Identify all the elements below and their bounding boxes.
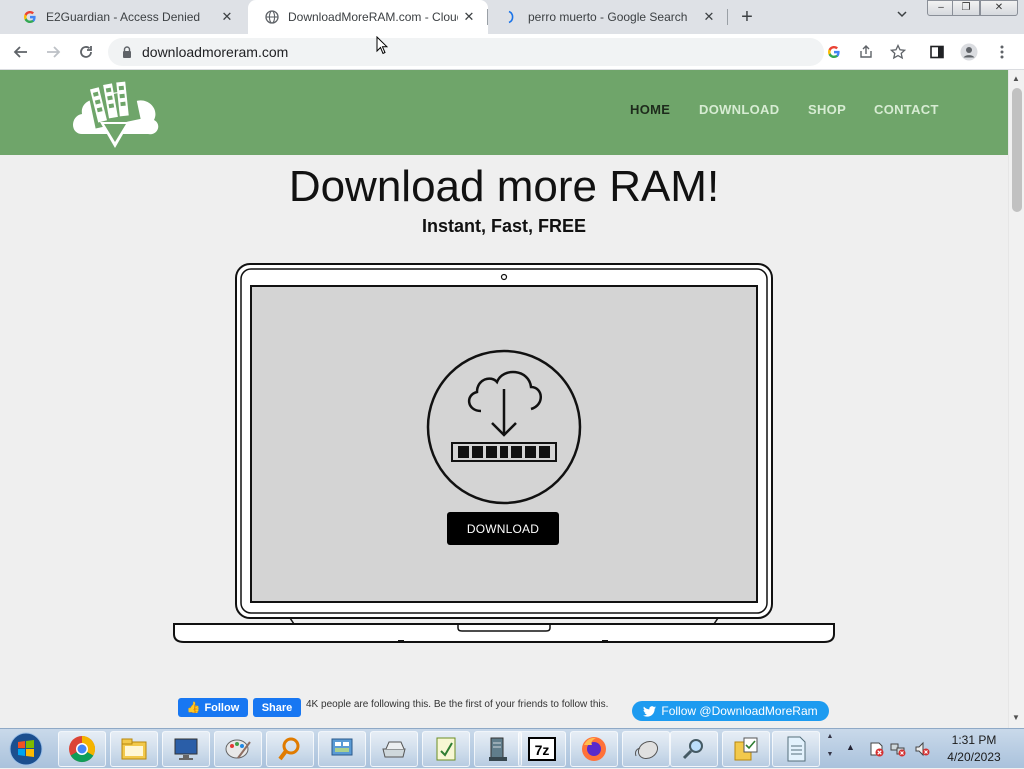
side-panel-icon[interactable]: [925, 40, 949, 64]
reload-icon[interactable]: [74, 40, 98, 64]
new-tab-icon[interactable]: +: [735, 5, 759, 29]
maximize-button[interactable]: ❐: [952, 0, 980, 16]
twitter-bird-icon: [643, 705, 657, 717]
chrome-icon: [69, 735, 96, 763]
chevron-down-icon[interactable]: [896, 8, 908, 23]
taskbar-file-explorer[interactable]: [110, 731, 158, 767]
folder-tasks-icon: [734, 737, 758, 761]
address-bar[interactable]: downloadmoreram.com: [108, 38, 824, 66]
profile-avatar-icon[interactable]: [957, 40, 981, 64]
bookmark-star-icon[interactable]: [886, 40, 910, 64]
notepad-icon: [436, 737, 456, 761]
window-close-button[interactable]: ✕: [980, 0, 1018, 16]
thumbs-up-icon: 👍: [186, 702, 201, 714]
google-g-icon: [22, 9, 38, 25]
tab-strip: E2Guardian - Access Denied ✕ DownloadMor…: [0, 0, 1024, 34]
scanner-icon: [382, 741, 406, 758]
back-icon[interactable]: [9, 40, 33, 64]
taskbar-server[interactable]: [474, 731, 522, 767]
close-icon[interactable]: ✕: [698, 9, 720, 25]
scrollbar-thumb[interactable]: [1012, 88, 1022, 212]
taskbar-remote-desktop[interactable]: [162, 731, 210, 767]
search-magnifier-icon: [278, 737, 300, 761]
download-button[interactable]: DOWNLOAD: [447, 512, 559, 545]
ram-cloud-logo-icon[interactable]: [70, 76, 160, 152]
taskbar-search[interactable]: [266, 731, 314, 767]
system-tray: ▲ 1:31 PM 4/20/2023: [842, 729, 1024, 769]
nav-download[interactable]: DOWNLOAD: [699, 102, 779, 117]
scroll-up-icon[interactable]: ▲: [1012, 74, 1020, 83]
page-scrollbar[interactable]: ▲ ▼: [1008, 70, 1024, 728]
taskbar-scanner[interactable]: [370, 731, 418, 767]
taskbar-paint[interactable]: [214, 731, 262, 767]
taskbar-chrome[interactable]: [58, 731, 106, 767]
taskbar-scroll-arrows[interactable]: ▲ ▼: [824, 731, 836, 767]
twitter-follow-label: Follow @DownloadMoreRam: [661, 704, 818, 718]
taskbar-7zip[interactable]: 7z: [518, 731, 566, 767]
tab-downloadmoreram[interactable]: DownloadMoreRAM.com - Cloud ✕: [248, 0, 488, 34]
nav-contact[interactable]: CONTACT: [874, 102, 939, 117]
url-text[interactable]: downloadmoreram.com: [142, 44, 288, 60]
page-viewport: HOME DOWNLOAD SHOP CONTACT Download more…: [0, 70, 1008, 728]
tab-separator: [727, 9, 728, 25]
remote-desktop-icon: [174, 738, 198, 760]
taskbar-network-search[interactable]: [670, 731, 718, 767]
file-explorer-icon: [121, 738, 147, 760]
clock-date[interactable]: 4/20/2023: [934, 750, 1014, 764]
control-panel-icon: [331, 738, 353, 756]
server-icon: [489, 737, 507, 761]
scroll-down-icon[interactable]: ▼: [1012, 713, 1020, 722]
loading-icon: [504, 9, 520, 25]
facebook-share-button[interactable]: Share: [253, 698, 301, 717]
clock-time[interactable]: 1:31 PM: [934, 733, 1014, 747]
taskbar-firefox[interactable]: [570, 731, 618, 767]
share-icon[interactable]: [854, 40, 878, 64]
action-center-icon[interactable]: [868, 741, 884, 757]
network-search-icon: [682, 739, 703, 760]
facebook-follow-button[interactable]: 👍 Follow: [178, 698, 248, 717]
menu-kebab-icon[interactable]: [990, 40, 1014, 64]
lock-icon[interactable]: [120, 45, 134, 59]
google-lens-icon[interactable]: [822, 40, 846, 64]
tab-e2guardian[interactable]: E2Guardian - Access Denied ✕: [6, 0, 246, 34]
facebook-follow-label: Follow: [204, 701, 240, 714]
mouse-cursor-icon: [376, 36, 388, 55]
nav-shop[interactable]: SHOP: [808, 102, 846, 117]
windows-logo-icon: [9, 732, 43, 766]
forward-icon[interactable]: [41, 40, 65, 64]
svg-text:7z: 7z: [535, 742, 550, 758]
paint-icon: [225, 739, 251, 759]
mouse-icon: [635, 740, 659, 760]
taskbar-folder-tasks[interactable]: [722, 731, 770, 767]
browser-toolbar: downloadmoreram.com: [0, 34, 1024, 70]
cloud-download-ram-icon: [426, 349, 582, 505]
show-hidden-icons-icon[interactable]: ▲: [846, 742, 855, 752]
close-icon[interactable]: ✕: [216, 9, 238, 25]
firefox-icon: [582, 737, 606, 761]
tab-title: E2Guardian - Access Denied: [46, 10, 201, 24]
close-icon[interactable]: ✕: [458, 9, 480, 25]
network-icon[interactable]: [890, 741, 906, 757]
taskbar-notepad[interactable]: [422, 731, 470, 767]
globe-icon: [264, 9, 280, 25]
site-header: HOME DOWNLOAD SHOP CONTACT: [0, 70, 1008, 155]
volume-muted-icon[interactable]: [914, 741, 930, 757]
start-button[interactable]: [4, 731, 48, 767]
taskbar-control-panel[interactable]: [318, 731, 366, 767]
page-subtitle: Instant, Fast, FREE: [421, 216, 587, 236]
taskbar-document[interactable]: [772, 731, 820, 767]
tab-title: DownloadMoreRAM.com - Cloud: [288, 10, 458, 24]
tab-title: perro muerto - Google Search: [528, 10, 688, 24]
minimize-button[interactable]: ‒: [927, 0, 955, 16]
7zip-icon: 7z: [528, 737, 556, 761]
tab-perro-muerto[interactable]: perro muerto - Google Search ✕: [488, 0, 728, 34]
nav-home[interactable]: HOME: [630, 102, 670, 117]
windows-taskbar: 7z ▲ ▼ ▲ 1:31 PM 4/20/2023: [0, 728, 1024, 768]
facebook-follower-text: 4K people are following this. Be the fir…: [306, 699, 609, 710]
twitter-follow-button[interactable]: Follow @DownloadMoreRam: [632, 701, 829, 721]
taskbar-mouse[interactable]: [622, 731, 670, 767]
page-title: Download more RAM!: [288, 162, 720, 211]
document-icon: [787, 736, 806, 762]
